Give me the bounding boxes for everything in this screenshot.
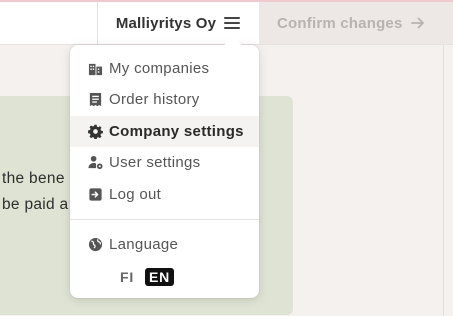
menu-item-company-settings[interactable]: Company settings <box>70 116 259 147</box>
card-text-line-2: be paid a <box>2 196 69 213</box>
hamburger-icon <box>224 17 241 29</box>
card-text-line-1: the bene <box>2 170 65 187</box>
logout-icon <box>87 187 103 203</box>
menu-item-label: Log out <box>109 186 162 203</box>
gear-icon <box>87 124 103 140</box>
user-gear-icon <box>87 155 103 171</box>
globe-icon <box>87 237 103 253</box>
arrow-right-icon <box>410 17 424 29</box>
language-switcher: FI EN <box>118 268 175 286</box>
menu-item-label: My companies <box>109 60 210 77</box>
menu-item-language: Language <box>70 229 259 260</box>
receipt-icon <box>87 92 103 108</box>
menu-item-label: Company settings <box>109 123 244 140</box>
panel-edge <box>443 45 444 316</box>
confirm-changes-button[interactable]: Confirm changes <box>259 2 453 44</box>
confirm-changes-label: Confirm changes <box>277 14 403 32</box>
menu-item-log-out[interactable]: Log out <box>70 179 259 210</box>
account-dropdown-menu: My companies Order history Company setti… <box>70 36 259 298</box>
language-option-fi[interactable]: FI <box>118 268 136 286</box>
language-option-en[interactable]: EN <box>145 268 175 286</box>
menu-item-user-settings[interactable]: User settings <box>70 147 259 178</box>
top-header: Malliyritys Oy Confirm changes <box>0 2 453 45</box>
menu-item-label: User settings <box>109 154 201 171</box>
company-name: Malliyritys Oy <box>115 14 217 32</box>
buildings-icon <box>87 61 103 77</box>
language-label: Language <box>109 236 179 253</box>
menu-divider <box>70 219 259 220</box>
menu-item-my-companies[interactable]: My companies <box>70 53 259 84</box>
menu-item-label: Order history <box>109 91 200 108</box>
menu-item-order-history[interactable]: Order history <box>70 84 259 115</box>
